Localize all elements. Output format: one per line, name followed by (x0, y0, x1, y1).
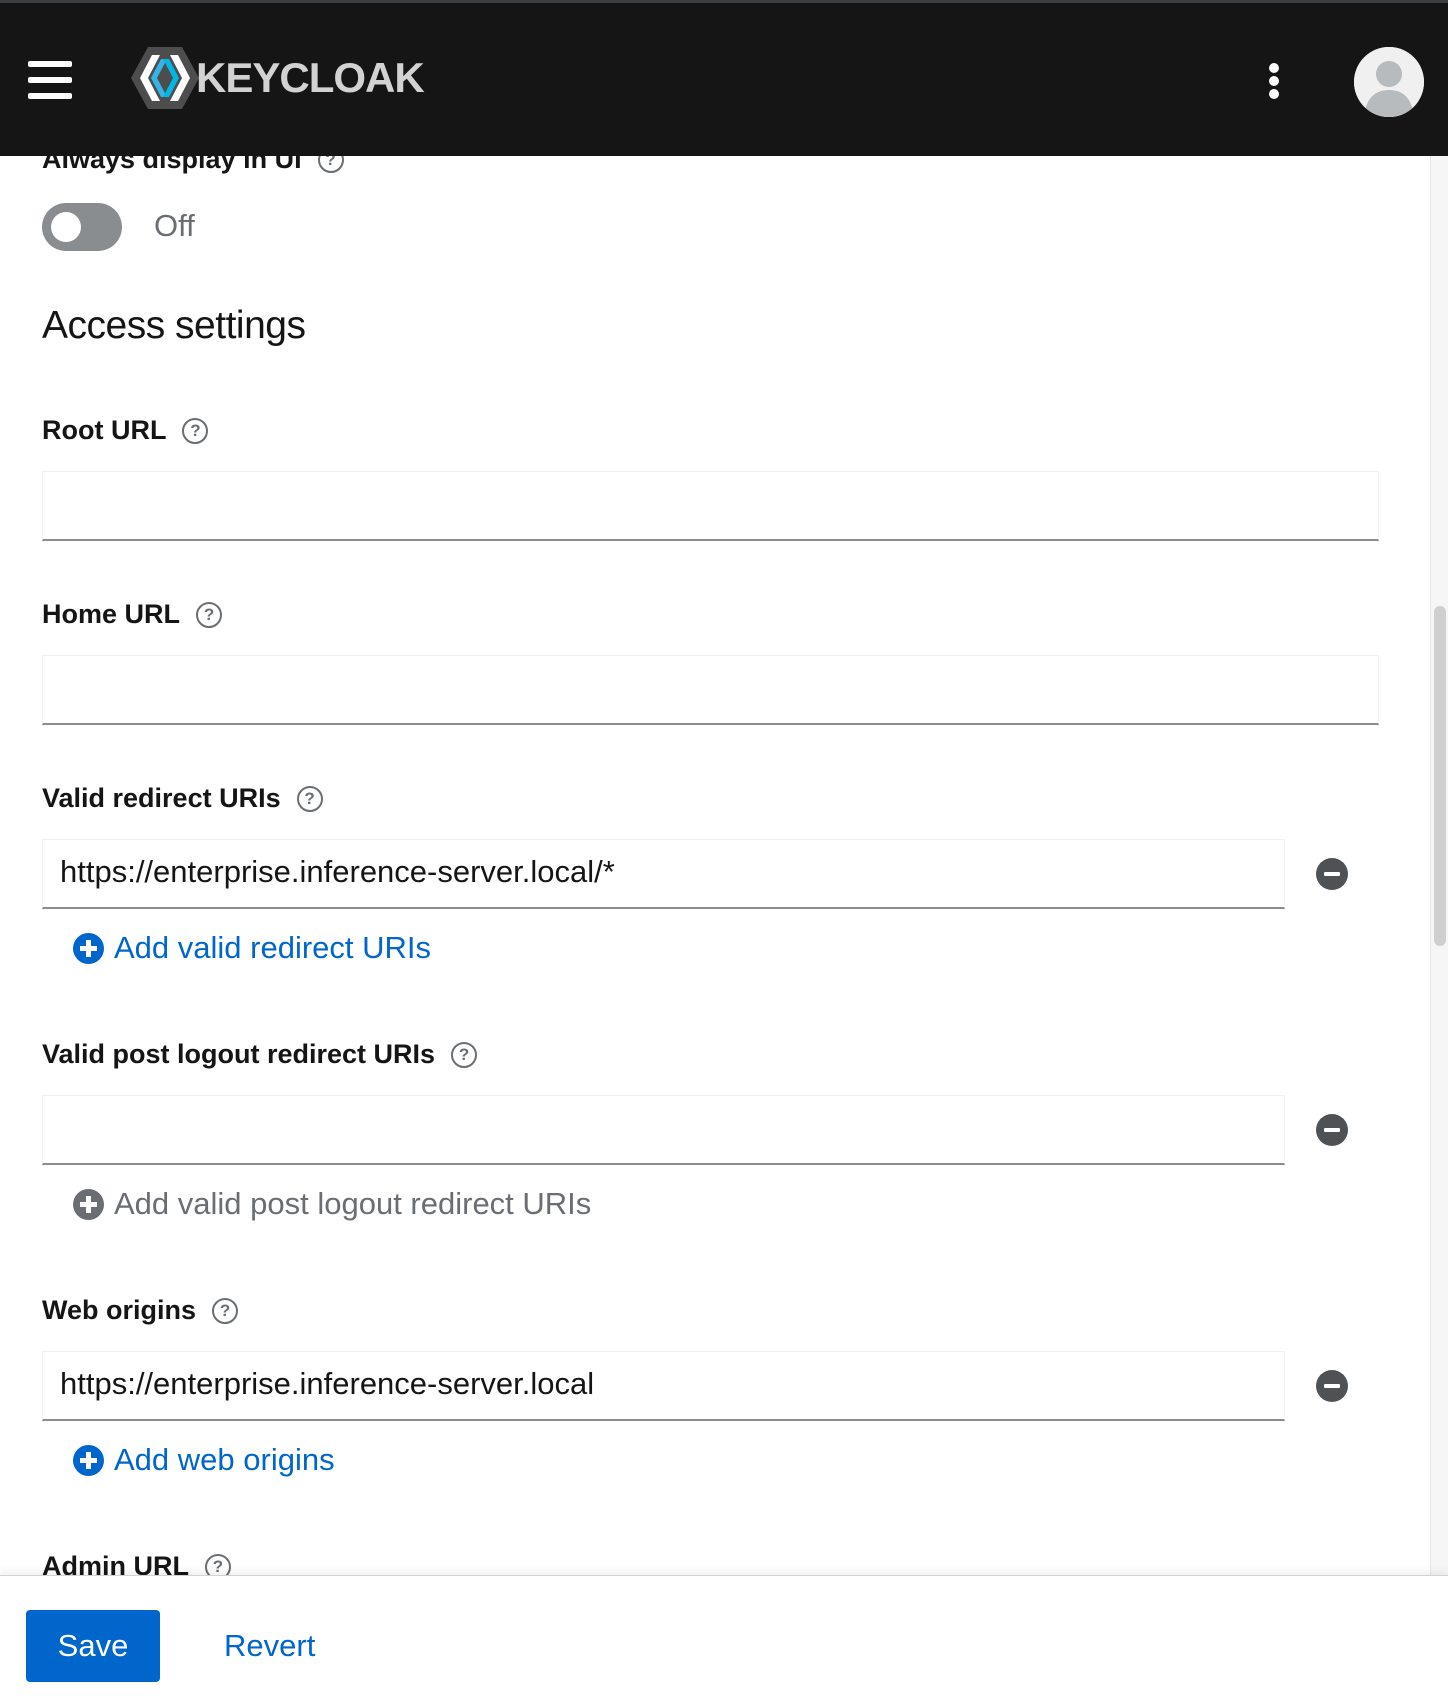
add-post-logout-uri-link[interactable]: Add valid post logout redirect URIs (73, 1186, 591, 1222)
add-web-origin-link[interactable]: Add web origins (73, 1442, 335, 1478)
redirect-uris-label-row: Valid redirect URIs ? (42, 783, 323, 814)
post-logout-uris-label: Valid post logout redirect URIs (42, 1039, 436, 1069)
add-web-origin-label: Add web origins (114, 1442, 335, 1477)
add-post-logout-uri-label: Add valid post logout redirect URIs (114, 1186, 592, 1221)
redirect-uris-label: Valid redirect URIs (42, 783, 281, 813)
root-url-label-row: Root URL ? (42, 415, 209, 446)
plus-circle-icon (73, 1188, 104, 1220)
keycloak-logo[interactable]: KEYCLOAK (130, 45, 425, 111)
home-url-label: Home URL (42, 599, 181, 629)
home-url-label-row: Home URL ? (42, 599, 223, 630)
add-redirect-uri-label: Add valid redirect URIs (114, 930, 432, 965)
plus-circle-icon (73, 1444, 104, 1476)
help-icon[interactable]: ? (196, 601, 223, 628)
keycloak-logo-text: KEYCLOAK (196, 54, 425, 101)
root-url-input[interactable] (42, 471, 1379, 541)
user-avatar[interactable] (1354, 47, 1424, 117)
scrollbar-thumb[interactable] (1434, 606, 1446, 946)
masthead: KEYCLOAK (0, 0, 1448, 156)
nav-toggle-hamburger-icon[interactable] (28, 61, 72, 99)
home-url-input[interactable] (42, 655, 1379, 725)
post-logout-uris-label-row: Valid post logout redirect URIs ? (42, 1039, 478, 1070)
add-redirect-uri-link[interactable]: Add valid redirect URIs (73, 930, 431, 966)
web-origin-input[interactable]: https://enterprise.inference-server.loca… (42, 1351, 1285, 1421)
plus-circle-icon (73, 932, 104, 964)
remove-redirect-uri-minus-icon[interactable] (1316, 858, 1348, 890)
remove-post-logout-uri-minus-icon[interactable] (1316, 1114, 1348, 1146)
page-scrollbar[interactable] (1430, 156, 1448, 1575)
main-content: Always display in UI ? Off Access settin… (0, 156, 1430, 1575)
post-logout-uri-input[interactable] (42, 1095, 1285, 1165)
web-origins-label-row: Web origins ? (42, 1295, 239, 1326)
section-title-access-settings: Access settings (42, 304, 306, 347)
avatar-user-icon (1354, 47, 1424, 117)
always-display-state-label: Off (154, 208, 195, 243)
revert-button[interactable]: Revert (210, 1610, 329, 1682)
save-button[interactable]: Save (26, 1610, 160, 1682)
remove-web-origin-minus-icon[interactable] (1316, 1370, 1348, 1402)
always-display-label-row: Always display in UI ? (42, 156, 344, 175)
help-icon[interactable]: ? (212, 1297, 239, 1324)
web-origins-label: Web origins (42, 1295, 197, 1325)
root-url-label: Root URL (42, 415, 167, 445)
help-icon[interactable]: ? (182, 417, 209, 444)
toggle-knob (51, 212, 81, 242)
redirect-uri-input[interactable]: https://enterprise.inference-server.loca… (42, 839, 1285, 909)
help-icon[interactable]: ? (296, 785, 323, 812)
help-icon[interactable]: ? (451, 1041, 478, 1068)
keycloak-logo-icon (131, 47, 199, 109)
help-icon[interactable]: ? (204, 1553, 231, 1575)
always-display-toggle[interactable] (42, 203, 122, 251)
admin-url-label: Admin URL (42, 1551, 189, 1575)
always-display-label: Always display in UI (42, 156, 302, 174)
form-action-footer: Save Revert (0, 1575, 1448, 1696)
kebab-menu-icon[interactable] (1264, 63, 1284, 99)
help-icon[interactable]: ? (317, 156, 344, 173)
admin-url-label-row: Admin URL ? (42, 1551, 231, 1575)
